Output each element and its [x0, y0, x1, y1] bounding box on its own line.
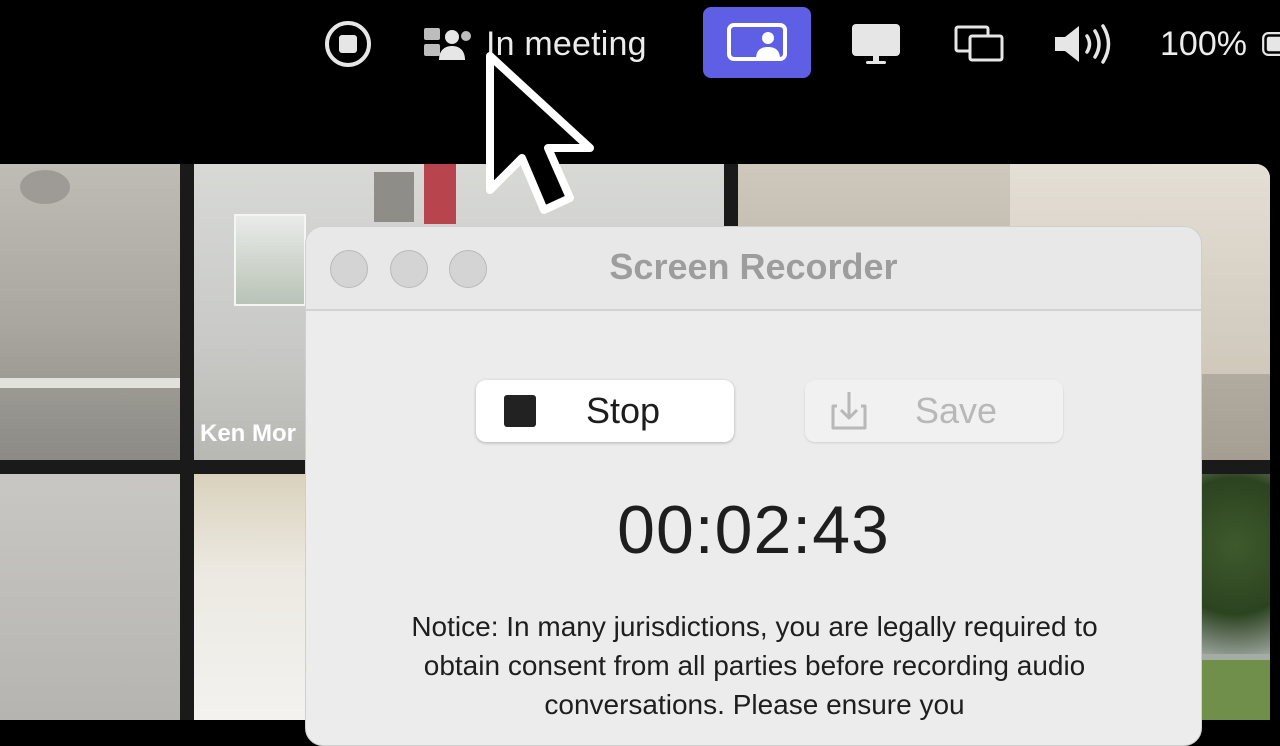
- display-icon: [852, 24, 900, 64]
- window-title: Screen Recorder: [609, 246, 898, 287]
- stop-recording-menu-item[interactable]: [322, 0, 374, 88]
- stop-record-icon: [325, 21, 371, 67]
- mouse-cursor-icon: [486, 52, 594, 214]
- battery-menu-item[interactable]: 100%: [1160, 0, 1280, 88]
- recording-timer: 00:02:43: [617, 492, 890, 568]
- volume-menu-item[interactable]: [1048, 0, 1118, 88]
- wall-shelf: [374, 172, 414, 222]
- menu-bar: In meeting 100%: [0, 0, 1280, 88]
- save-download-icon: [831, 392, 867, 430]
- battery-icon: [1262, 32, 1280, 56]
- volume-icon: [1055, 24, 1111, 64]
- participant-name-tag: Ken Mor: [200, 420, 296, 447]
- meeting-participants-icon: [424, 28, 471, 60]
- screen-mirroring-menu-item[interactable]: [950, 0, 1008, 88]
- battery-percentage: 100%: [1160, 24, 1247, 63]
- screen-share-menu-item[interactable]: [703, 7, 811, 78]
- stop-button-label: Stop: [586, 390, 661, 431]
- video-tile[interactable]: [0, 164, 180, 460]
- video-tile[interactable]: [0, 474, 180, 720]
- wall-poster: [424, 164, 456, 224]
- save-button[interactable]: Save: [805, 380, 1063, 442]
- screen-mirroring-icon: [954, 25, 1004, 62]
- stop-icon: [504, 395, 536, 427]
- screen-share-icon: [727, 22, 787, 61]
- screen-recorder-window: Screen Recorder Stop Save 00:02:43 Notic…: [305, 226, 1202, 746]
- wall-trim: [0, 378, 180, 388]
- ceiling-light: [20, 170, 70, 204]
- wall-poster: [234, 214, 306, 306]
- consent-notice: Notice: In many jurisdictions, you are l…: [411, 611, 1098, 720]
- display-menu-item[interactable]: [846, 0, 906, 88]
- tree: [1200, 474, 1270, 654]
- stop-button[interactable]: Stop: [476, 380, 734, 442]
- window-titlebar[interactable]: Screen Recorder: [306, 227, 1201, 311]
- save-button-label: Save: [915, 390, 998, 431]
- grass: [1200, 660, 1270, 720]
